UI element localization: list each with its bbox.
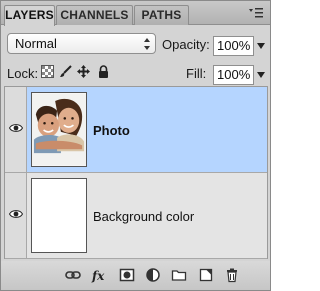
lock-transparent-pixels-icon[interactable] (41, 65, 54, 78)
lock-label: Lock: (7, 66, 39, 81)
svg-text:fx: fx (91, 269, 105, 283)
trash-icon[interactable] (224, 267, 240, 283)
layers-list: Photo Background color (4, 86, 268, 259)
fill-dropdown-icon[interactable] (257, 71, 265, 79)
visibility-toggle[interactable] (5, 173, 27, 258)
layer-name[interactable]: Photo (93, 123, 130, 138)
layers-toolbar: fx (1, 261, 270, 290)
layer-name[interactable]: Background color (93, 209, 194, 224)
blend-mode-value: Normal (15, 36, 57, 51)
select-arrows-icon (144, 38, 150, 50)
fill-label: Fill: (186, 66, 207, 81)
adjustment-icon[interactable] (145, 267, 161, 283)
layer-thumbnail-photo (31, 92, 87, 167)
opacity-label: Opacity: (162, 37, 210, 52)
lock-image-pixels-icon[interactable] (59, 65, 72, 78)
panel-menu-icon[interactable] (248, 6, 264, 20)
visibility-toggle[interactable] (5, 87, 27, 172)
fx-icon[interactable]: fx (91, 267, 107, 283)
blend-mode-select[interactable]: Normal (7, 33, 156, 54)
layer-row-background-color[interactable]: Background color (5, 173, 267, 259)
fill-field[interactable]: 100% (213, 65, 254, 85)
eye-icon (9, 210, 23, 218)
layers-panel: LAYERS CHANNELS PATHS Normal Opacity: 10… (0, 0, 271, 291)
link-icon[interactable] (65, 267, 81, 283)
eye-icon (9, 124, 23, 132)
folder-icon[interactable] (171, 267, 187, 283)
opacity-field[interactable]: 100% (213, 36, 254, 56)
mask-icon[interactable] (119, 267, 135, 283)
panel-tab-bar: LAYERS CHANNELS PATHS (1, 1, 270, 26)
layer-row-photo[interactable]: Photo (5, 87, 267, 173)
opacity-dropdown-icon[interactable] (257, 42, 265, 50)
lock-all-icon[interactable] (97, 65, 110, 78)
tab-layers[interactable]: LAYERS (4, 5, 55, 26)
tab-channels[interactable]: CHANNELS (56, 5, 133, 25)
new-layer-icon[interactable] (198, 267, 214, 283)
tab-paths[interactable]: PATHS (134, 5, 189, 25)
layer-thumbnail-background (31, 178, 87, 253)
lock-position-icon[interactable] (77, 65, 90, 78)
